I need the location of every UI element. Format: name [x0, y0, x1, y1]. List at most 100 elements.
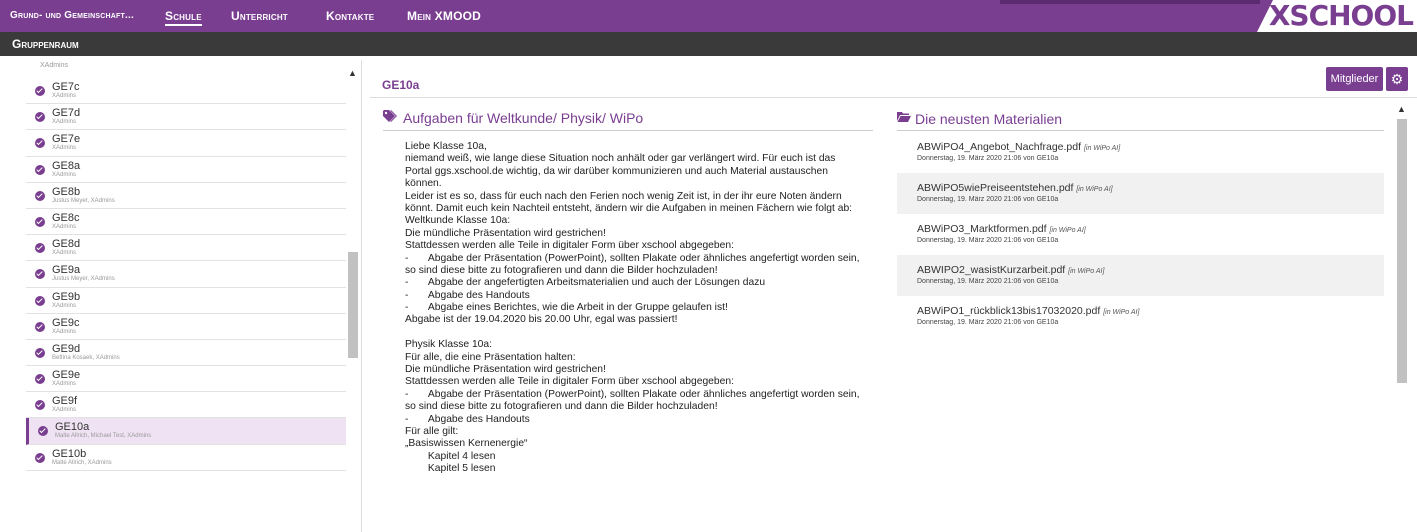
tasks-line: Kapitel 4 lesen [405, 450, 496, 462]
check-circle-icon [35, 452, 45, 463]
group-members: XAdmins [52, 250, 77, 257]
material-item[interactable]: ABWIPO2_wasistKurzarbeit.pdf [in WiPo AI… [897, 255, 1384, 296]
material-file-link[interactable]: ABWiPO1_rückblick13bis17032020.pdf [917, 305, 1100, 317]
material-item[interactable]: ABWiPO3_Marktformen.pdf [in WiPo AI] Don… [897, 214, 1384, 255]
group-name: GE10a [55, 421, 90, 434]
group-item-ge9f[interactable]: GE9f XAdmins [26, 392, 346, 419]
material-meta: Donnerstag, 19. März 2020 21:06 von GE10… [917, 155, 1059, 162]
check-circle-icon [35, 216, 45, 227]
group-item-ge8d[interactable]: GE8d XAdmins [26, 235, 346, 262]
material-meta: Donnerstag, 19. März 2020 21:06 von GE10… [917, 319, 1059, 326]
settings-button[interactable]: ⚙ [1386, 67, 1408, 91]
group-name: GE7e [52, 133, 81, 146]
group-name: GE9f [52, 395, 78, 408]
check-circle-icon [38, 426, 48, 437]
tasks-line: Die mündliche Präsentation wird gestrich… [405, 364, 606, 376]
group-item-ge9a[interactable]: GE9a Justus Meyer, XAdmins [26, 261, 346, 288]
group-item-ge8a[interactable]: GE8a XAdmins [26, 157, 346, 183]
tasks-line: Leider ist es so, dass für euch nach den… [405, 190, 842, 202]
group-members: XAdmins [52, 171, 77, 178]
material-item[interactable]: ABWiPO5wiePreiseentstehen.pdf [in WiPo A… [897, 173, 1384, 214]
group-name: GE8a [52, 159, 81, 172]
gear-icon: ⚙ [1390, 71, 1404, 87]
nav-item-schule[interactable]: Schule [165, 9, 202, 26]
scroll-up-icon[interactable]: ▲ [348, 68, 357, 78]
material-file-link[interactable]: ABWiPO3_Marktformen.pdf [917, 223, 1047, 235]
nav-item-unterricht[interactable]: Unterricht [231, 9, 288, 23]
check-circle-icon [35, 138, 45, 149]
tasks-line: niemand weiß, wie lange diese Situation … [405, 153, 836, 165]
material-item[interactable]: ABWiPO4_Angebot_Nachfrage.pdf [in WiPo A… [897, 132, 1384, 173]
group-name: GE9a [52, 264, 81, 277]
top-strip [1000, 0, 1260, 4]
nav-item-kontakte[interactable]: Kontakte [326, 9, 374, 23]
logo-text: XSCHOOL [1268, 0, 1414, 32]
material-folder-tag[interactable]: [in WiPo AI] [1068, 268, 1104, 275]
group-header: GE10a [370, 66, 1417, 98]
tasks-line: - Abgabe des Handouts [405, 413, 530, 425]
group-item-ge8c[interactable]: GE8c XAdmins [26, 209, 346, 236]
group-name: GE9c [52, 316, 80, 329]
group-members: XAdmins [52, 145, 77, 152]
top-navigation: Grund- und Gemeinschaft... Schule Unterr… [0, 0, 1417, 32]
group-name: GE8d [52, 238, 81, 251]
material-folder-tag[interactable]: [in WiPo AI] [1049, 227, 1085, 234]
group-item-ge9e[interactable]: GE9e XAdmins [26, 366, 346, 393]
tasks-line [405, 327, 865, 339]
nav-item-grund-und-gemeinschaft[interactable]: Grund- und Gemeinschaft... [10, 10, 134, 21]
partial-list-item: XAdmins [26, 60, 346, 78]
members-button[interactable]: Mitglieder [1326, 67, 1383, 91]
tasks-line: Liebe Klasse 10a, [405, 141, 487, 152]
group-members: Bettina Kosaek, XAdmins [52, 354, 120, 361]
materials-title: Die neusten Materialien [915, 111, 1063, 127]
group-members: Malte Allrich, Michael Test, XAdmins [55, 433, 152, 440]
group-item-ge9b[interactable]: GE9b XAdmins [26, 288, 346, 314]
group-members: XAdmins [52, 328, 77, 335]
material-meta: Donnerstag, 19. März 2020 21:06 von GE10… [917, 278, 1059, 285]
group-item-ge7e[interactable]: GE7e XAdmins [26, 130, 346, 157]
tasks-line: Physik Klasse 10a: [405, 339, 492, 351]
material-file-link[interactable]: ABWIPO2_wasistKurzarbeit.pdf [917, 264, 1065, 276]
material-folder-tag[interactable]: [in WiPo AI] [1076, 186, 1112, 193]
tasks-line: Stattdessen werden alle Teile in digital… [405, 376, 734, 388]
check-circle-icon [35, 347, 45, 358]
sidebar-scroll-thumb[interactable] [348, 252, 358, 358]
material-item[interactable]: ABWiPO1_rückblick13bis17032020.pdf [in W… [897, 296, 1384, 337]
group-item-ge10a[interactable]: GE10a Malte Allrich, Michael Test, XAdmin… [26, 418, 346, 445]
tasks-line: Für alle gilt: [405, 425, 459, 437]
group-name: GE9d [52, 342, 81, 355]
tasks-line: so sind diese bitte zu fotografieren und… [405, 401, 718, 413]
check-circle-icon [35, 269, 45, 280]
sidebar-scrollbar[interactable]: ▲ [346, 66, 360, 532]
material-file-link[interactable]: ABWiPO5wiePreiseentstehen.pdf [917, 182, 1073, 194]
scroll-up-icon[interactable]: ▲ [1397, 104, 1406, 114]
main-scrollbar[interactable]: ▲ [1395, 103, 1409, 532]
tasks-line: - Abgabe der Präsentation (PowerPoint), … [405, 388, 860, 400]
group-name: GE8b [52, 185, 81, 198]
group-item-ge9d[interactable]: GE9d Bettina Kosaek, XAdmins [26, 340, 346, 367]
group-name: GE10b [52, 447, 87, 460]
group-members: Malte Allrich, XAdmins [52, 459, 112, 466]
group-item-ge7c[interactable]: GE7c XAdmins [26, 78, 346, 105]
group-item-ge8b[interactable]: GE8b Justus Meyer, XAdmins [26, 183, 346, 209]
group-members: XAdmins [52, 223, 77, 230]
main-scroll-thumb[interactable] [1397, 119, 1407, 383]
group-name: GE7d [52, 107, 81, 120]
partial-list-item-sub: XAdmins [40, 62, 69, 69]
tasks-divider [383, 130, 873, 131]
check-circle-icon [35, 190, 45, 201]
material-folder-tag[interactable]: [in WiPo AI] [1103, 309, 1139, 316]
material-folder-tag[interactable]: [in WiPo AI] [1084, 145, 1120, 152]
tasks-line: Weltkunde Klasse 10a: [405, 215, 511, 227]
material-file-link[interactable]: ABWiPO4_Angebot_Nachfrage.pdf [917, 141, 1081, 153]
group-item-ge10b[interactable]: GE10b Malte Allrich, XAdmins [26, 445, 346, 471]
check-circle-icon [35, 295, 45, 306]
group-name: GE9e [52, 369, 81, 382]
materials-divider [897, 130, 1384, 131]
check-circle-icon [35, 374, 45, 385]
group-item-ge9c[interactable]: GE9c XAdmins [26, 314, 346, 340]
group-title: GE10a [382, 78, 420, 92]
group-item-ge7d[interactable]: GE7d XAdmins [26, 104, 346, 131]
xschool-logo[interactable]: XSCHOOL [1257, 0, 1417, 32]
nav-item-mein-xmood[interactable]: Mein XMOOD [407, 9, 481, 23]
